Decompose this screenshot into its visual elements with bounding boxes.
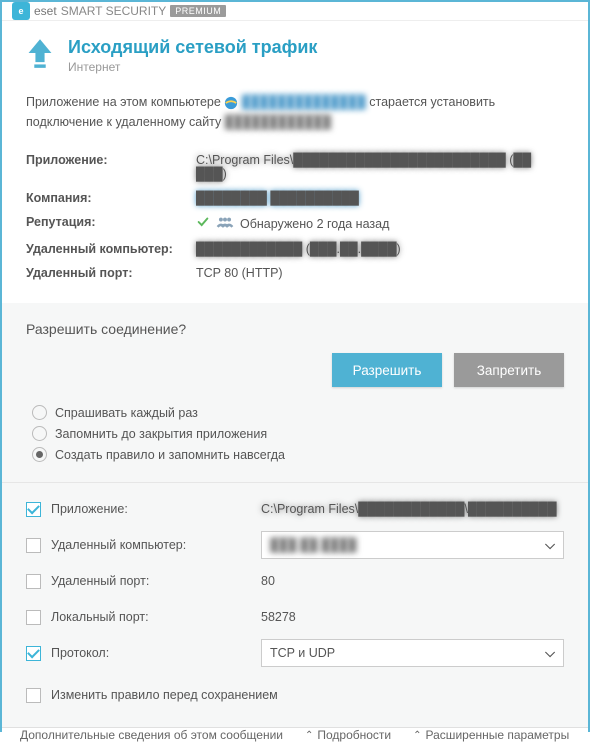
rule-rport-label: Удаленный порт: bbox=[51, 574, 251, 588]
desc-text-1: Приложение на этом компьютере bbox=[26, 95, 224, 109]
footer-more-info-link[interactable]: Дополнительные сведения об этом сообщени… bbox=[20, 728, 283, 742]
info-reputation-label: Репутация: bbox=[26, 215, 196, 232]
radio-label: Спрашивать каждый раз bbox=[55, 406, 198, 420]
info-remote-value: ████████████ (███.██.████) bbox=[196, 242, 564, 256]
footer-more-text: Дополнительные сведения об этом сообщени… bbox=[20, 728, 283, 742]
rule-app-value: C:\Program Files\████████████\██████████ bbox=[261, 502, 564, 516]
chevron-down-icon: ⌵ bbox=[545, 537, 555, 553]
footer-advanced-text: Расширенные параметры bbox=[426, 728, 570, 742]
protocol-select-value: TCP и UDP bbox=[270, 646, 335, 660]
info-remote-label: Удаленный компьютер: bbox=[26, 242, 196, 256]
rule-proto-label: Протокол: bbox=[51, 646, 251, 660]
check-icon bbox=[196, 215, 210, 232]
button-row: Разрешить Запретить bbox=[26, 353, 564, 387]
info-company-label: Компания: bbox=[26, 191, 196, 205]
caret-up-icon: ⌃ bbox=[413, 730, 421, 741]
header: Исходящий сетевой трафик Интернет bbox=[26, 37, 564, 74]
info-reputation-value: Обнаружено 2 года назад bbox=[196, 215, 564, 232]
brand-logo: e eset SMART SECURITY PREMIUM bbox=[12, 2, 226, 20]
rule-edit-label: Изменить правило перед сохранением bbox=[51, 688, 278, 702]
rule-protocol: Протокол: TCP и UDP ⌵ bbox=[26, 635, 564, 671]
ie-icon bbox=[224, 96, 238, 110]
footer-details-toggle[interactable]: ⌃ Подробности bbox=[305, 728, 391, 742]
checkbox-remote[interactable] bbox=[26, 538, 41, 553]
remember-radio-group: Спрашивать каждый раз Запомнить до закры… bbox=[26, 405, 564, 462]
rule-section: Приложение: C:\Program Files\███████████… bbox=[2, 482, 588, 727]
checkbox-local-port[interactable] bbox=[26, 610, 41, 625]
deny-button[interactable]: Запретить bbox=[454, 353, 564, 387]
desc-site-blurred: ████████████ bbox=[225, 115, 331, 129]
checkbox-edit-rule[interactable] bbox=[26, 688, 41, 703]
page-subtitle: Интернет bbox=[68, 60, 317, 74]
rule-edit-before-save: Изменить правило перед сохранением bbox=[26, 677, 564, 713]
rule-remote-label: Удаленный компьютер: bbox=[51, 538, 251, 552]
brand-product: SMART SECURITY bbox=[61, 4, 167, 18]
rule-application: Приложение: C:\Program Files\███████████… bbox=[26, 491, 564, 527]
rule-rport-value: 80 bbox=[261, 574, 564, 588]
rule-remote-computer: Удаленный компьютер: ███.██.████ ⌵ bbox=[26, 527, 564, 563]
info-port-value: TCP 80 (HTTP) bbox=[196, 266, 564, 280]
dialog-window: e eset SMART SECURITY PREMIUM Исходящий … bbox=[0, 0, 590, 732]
protocol-select[interactable]: TCP и UDP ⌵ bbox=[261, 639, 564, 667]
info-app-value: C:\Program Files\███████████████████████… bbox=[196, 153, 564, 181]
remote-computer-select[interactable]: ███.██.████ ⌵ bbox=[261, 531, 564, 559]
desc-app-blurred: ██████████████ bbox=[242, 95, 366, 109]
radio-label: Создать правило и запомнить навсегда bbox=[55, 448, 285, 462]
description: Приложение на этом компьютере ██████████… bbox=[26, 92, 564, 132]
rule-app-label: Приложение: bbox=[51, 502, 251, 516]
titlebar: e eset SMART SECURITY PREMIUM bbox=[2, 2, 588, 21]
content-top: Исходящий сетевой трафик Интернет Прилож… bbox=[2, 21, 588, 285]
remote-select-value: ███.██.████ bbox=[270, 538, 357, 552]
outgoing-arrow-icon bbox=[26, 37, 54, 72]
page-title: Исходящий сетевой трафик bbox=[68, 37, 317, 58]
caret-up-icon: ⌃ bbox=[305, 730, 313, 741]
rule-local-port: Локальный порт: 58278 bbox=[26, 599, 564, 635]
brand-edition: PREMIUM bbox=[170, 5, 226, 17]
rule-lport-label: Локальный порт: bbox=[51, 610, 251, 624]
radio-ask-each-time[interactable]: Спрашивать каждый раз bbox=[32, 405, 564, 420]
radio-icon bbox=[32, 447, 47, 462]
users-icon bbox=[216, 215, 234, 232]
footer-advanced-toggle[interactable]: ⌃ Расширенные параметры bbox=[413, 728, 569, 742]
checkbox-remote-port[interactable] bbox=[26, 574, 41, 589]
eset-icon: e bbox=[12, 2, 30, 20]
allow-button[interactable]: Разрешить bbox=[332, 353, 442, 387]
info-company-value: ████████ ██████████ bbox=[196, 191, 564, 205]
radio-create-rule[interactable]: Создать правило и запомнить навсегда bbox=[32, 447, 564, 462]
footer: Дополнительные сведения об этом сообщени… bbox=[2, 727, 588, 742]
radio-remember-until-close[interactable]: Запомнить до закрытия приложения bbox=[32, 426, 564, 441]
radio-label: Запомнить до закрытия приложения bbox=[55, 427, 267, 441]
rule-lport-value: 58278 bbox=[261, 610, 564, 624]
question-text: Разрешить соединение? bbox=[26, 321, 564, 337]
info-port-label: Удаленный порт: bbox=[26, 266, 196, 280]
checkbox-protocol[interactable] bbox=[26, 646, 41, 661]
brand-eset: eset bbox=[34, 4, 57, 18]
radio-icon bbox=[32, 426, 47, 441]
chevron-down-icon: ⌵ bbox=[545, 645, 555, 661]
action-section: Разрешить соединение? Разрешить Запретит… bbox=[2, 303, 588, 482]
checkbox-application[interactable] bbox=[26, 502, 41, 517]
radio-icon bbox=[32, 405, 47, 420]
info-app-label: Приложение: bbox=[26, 153, 196, 181]
info-table: Приложение: C:\Program Files\███████████… bbox=[26, 148, 564, 285]
footer-details-text: Подробности bbox=[317, 728, 391, 742]
rule-remote-port: Удаленный порт: 80 bbox=[26, 563, 564, 599]
reputation-text: Обнаружено 2 года назад bbox=[240, 217, 389, 231]
